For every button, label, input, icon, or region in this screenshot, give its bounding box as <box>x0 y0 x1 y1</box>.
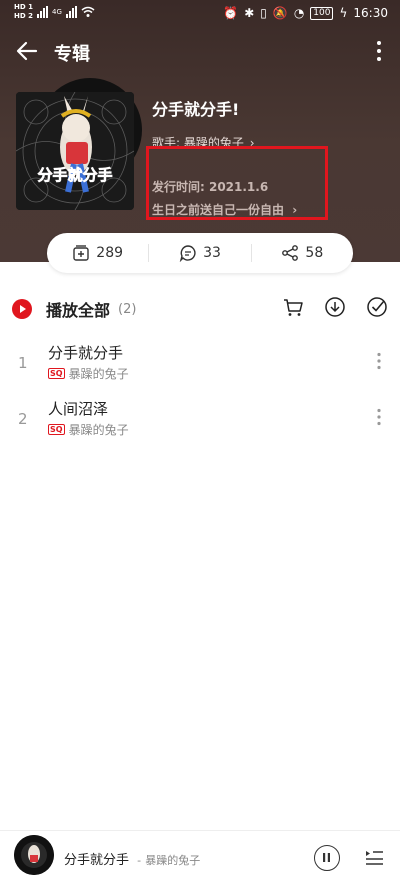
sq-badge: SQ <box>48 424 65 435</box>
battery-icon: 100 <box>310 6 334 20</box>
back-arrow-icon[interactable] <box>14 38 40 64</box>
collect-icon <box>73 245 89 261</box>
charging-icon: ϟ <box>339 6 348 20</box>
signal2-icon <box>65 6 77 18</box>
status-left: HD 1 HD 2 4G <box>14 3 95 21</box>
album-header: HD 1 HD 2 4G ⏰ ✱ ▯ 🔕 ◔ 100 ϟ 16:30 专辑 分手… <box>0 0 400 262</box>
comment-count: 33 <box>203 245 221 261</box>
play-all-button[interactable]: 播放全部 (2) <box>12 297 136 321</box>
mini-cover-illustration <box>14 835 54 875</box>
song-title: 人间沼泽 <box>48 400 109 418</box>
vibrate-icon: ▯ <box>260 6 267 20</box>
page-title: 专辑 <box>54 44 90 65</box>
song-meta: SQ 暴躁的兔子 <box>48 365 129 382</box>
pause-button[interactable] <box>314 845 340 871</box>
sq-badge: SQ <box>48 368 65 379</box>
now-playing-artist: 暴躁的兔子 <box>145 854 201 867</box>
status-bar: HD 1 HD 2 4G ⏰ ✱ ▯ 🔕 ◔ 100 ϟ 16:30 <box>0 0 400 28</box>
download-icon[interactable] <box>324 296 346 318</box>
comments-button[interactable]: 33 <box>149 233 250 273</box>
song-title: 分手就分手 <box>48 344 124 362</box>
now-playing-title: 分手就分手 <box>64 853 130 868</box>
hd1-label: HD 1 <box>14 3 33 11</box>
cover-illustration: 分手就分手 <box>16 92 134 210</box>
album-cover[interactable]: 分手就分手 <box>16 78 144 214</box>
speed-icon: ◔ <box>293 6 305 20</box>
cover-art: 分手就分手 <box>16 92 134 210</box>
more-vertical-icon[interactable] <box>376 40 382 62</box>
share-count: 58 <box>305 245 324 261</box>
play-all-label: 播放全部 <box>46 301 111 320</box>
song-index: 1 <box>18 354 28 372</box>
pause-icon <box>323 853 330 862</box>
share-button[interactable]: 58 <box>252 233 353 273</box>
playlist-icon[interactable] <box>364 847 384 867</box>
sim-indicators: HD 1 HD 2 <box>14 3 33 21</box>
hd2-label: HD 2 <box>14 12 33 20</box>
mute-icon: 🔕 <box>272 6 288 20</box>
clock: 16:30 <box>353 6 388 20</box>
bluetooth-icon: ✱ <box>244 6 255 20</box>
stats-bar: 289 33 58 <box>47 233 353 273</box>
comment-icon <box>179 245 196 262</box>
song-count: (2) <box>118 301 137 317</box>
song-row[interactable]: 2 人间沼泽 SQ 暴躁的兔子 <box>0 398 400 450</box>
status-right: ⏰ ✱ ▯ 🔕 ◔ 100 ϟ 16:30 <box>223 6 388 20</box>
play-circle-icon <box>12 299 32 319</box>
wifi-icon <box>81 6 95 17</box>
collect-button[interactable]: 289 <box>47 233 148 273</box>
song-artist: 暴躁的兔子 <box>68 423 129 437</box>
more-vertical-icon[interactable] <box>376 408 382 426</box>
alarm-icon: ⏰ <box>223 6 239 20</box>
song-row[interactable]: 1 分手就分手 SQ 暴躁的兔子 <box>0 342 400 394</box>
svg-text:分手就分手: 分手就分手 <box>37 166 112 184</box>
mini-player[interactable]: 分手就分手 - 暴躁的兔子 <box>0 830 400 888</box>
more-vertical-icon[interactable] <box>376 352 382 370</box>
annotation-box <box>146 146 328 220</box>
now-playing: 分手就分手 - 暴躁的兔子 <box>64 849 200 868</box>
song-index: 2 <box>18 410 28 428</box>
share-icon <box>282 245 299 261</box>
top-bar: 专辑 <box>0 32 400 72</box>
signal-icon <box>36 6 48 18</box>
mini-player-cover[interactable] <box>14 835 54 875</box>
now-playing-separator: - <box>137 854 142 867</box>
list-actions <box>282 296 388 318</box>
album-title: 分手就分手! <box>152 100 240 119</box>
collect-count: 289 <box>96 245 124 261</box>
cart-icon[interactable] <box>282 296 304 318</box>
network-label: 4G <box>51 8 62 16</box>
song-meta: SQ 暴躁的兔子 <box>48 421 129 438</box>
multi-select-icon[interactable] <box>366 296 388 318</box>
song-artist: 暴躁的兔子 <box>68 367 129 381</box>
